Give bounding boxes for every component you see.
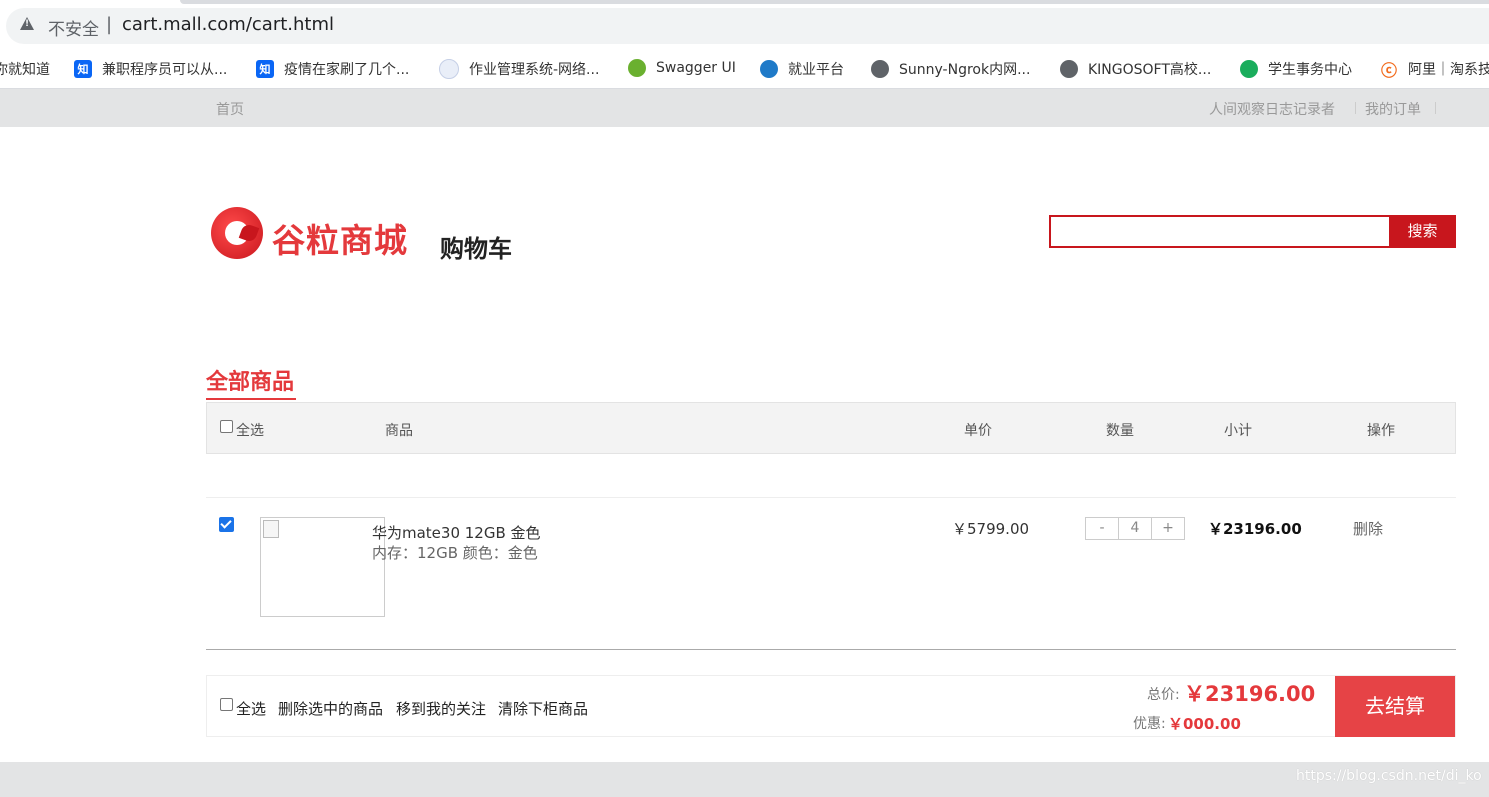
url-separator: | bbox=[106, 14, 113, 35]
move-to-favorites-link[interactable]: 移到我的关注 bbox=[396, 698, 486, 719]
url-text[interactable]: cart.mall.com/cart.html bbox=[122, 14, 334, 35]
home-link[interactable]: 首页 bbox=[216, 99, 244, 119]
column-header-subtotal: 小计 bbox=[1224, 423, 1252, 439]
green-circle-icon bbox=[1240, 60, 1258, 78]
column-header-operation: 操作 bbox=[1367, 423, 1395, 439]
qty-value[interactable]: 4 bbox=[1119, 518, 1152, 539]
bookmark-label: 作业管理系统-网络... bbox=[469, 62, 600, 78]
bookmark-label: Sunny-Ngrok内网... bbox=[899, 62, 1031, 78]
checkout-button[interactable]: 去结算 bbox=[1335, 676, 1455, 737]
bookmark-item[interactable]: Swagger UI bbox=[628, 59, 736, 77]
zhihu-icon: 知 bbox=[256, 60, 274, 78]
select-all-label[interactable]: 全选 bbox=[236, 420, 264, 440]
globe-icon bbox=[871, 60, 889, 78]
bookmark-label: 学生事务中心 bbox=[1268, 62, 1352, 78]
bookmark-label: KINGOSOFT高校... bbox=[1088, 62, 1212, 78]
column-header-price: 单价 bbox=[964, 423, 992, 439]
qty-increase-button[interactable]: + bbox=[1152, 518, 1184, 539]
footer-select-all-label[interactable]: 全选 bbox=[236, 698, 266, 719]
swagger-icon bbox=[628, 59, 646, 77]
bookmark-item[interactable]: 就业平台 bbox=[760, 59, 844, 79]
browser-tab-strip bbox=[180, 0, 1489, 4]
bookmark-label: 你就知道 bbox=[0, 62, 50, 78]
row-divider bbox=[206, 497, 1456, 498]
logo-icon[interactable] bbox=[211, 207, 263, 259]
unit-price: ￥5799.00 bbox=[952, 520, 1030, 538]
bookmark-item[interactable]: 知 疫情在家刷了几个... bbox=[256, 59, 409, 79]
ali-icon: ⓒ bbox=[1380, 60, 1398, 80]
footer-select-all-checkbox[interactable] bbox=[220, 698, 233, 711]
item-subtotal: ￥23196.00 bbox=[1208, 520, 1302, 538]
bookmark-item[interactable]: 你就知道 bbox=[0, 59, 50, 79]
bookmark-item[interactable]: 作业管理系统-网络... bbox=[439, 59, 599, 79]
tab-underline bbox=[206, 398, 296, 400]
select-all-checkbox[interactable] bbox=[220, 420, 233, 433]
column-header-product: 商品 bbox=[385, 423, 413, 439]
bookmark-label: 疫情在家刷了几个... bbox=[284, 62, 410, 78]
discount-label: 优惠: bbox=[1133, 716, 1166, 732]
total-price: ￥23196.00 bbox=[1184, 682, 1316, 706]
divider bbox=[1435, 102, 1436, 114]
my-orders-link[interactable]: 我的订单 bbox=[1365, 99, 1421, 119]
qty-decrease-button[interactable]: - bbox=[1086, 518, 1119, 539]
item-checkbox[interactable] bbox=[219, 517, 234, 532]
shield-icon bbox=[439, 59, 459, 79]
security-label[interactable]: 不安全 bbox=[48, 15, 99, 40]
logo-text[interactable]: 谷粒商城 bbox=[272, 214, 408, 262]
bookmark-item[interactable]: KINGOSOFT高校... bbox=[1060, 59, 1211, 79]
bookmark-label: 就业平台 bbox=[788, 62, 844, 78]
warning-icon[interactable] bbox=[20, 17, 34, 30]
tab-all-goods[interactable]: 全部商品 bbox=[206, 364, 294, 396]
row-divider bbox=[206, 649, 1456, 650]
bookmark-label: Swagger UI bbox=[656, 60, 736, 76]
bookmark-item[interactable]: 学生事务中心 bbox=[1240, 59, 1352, 79]
bookmark-item[interactable]: Sunny-Ngrok内网... bbox=[871, 59, 1030, 79]
bookmark-item[interactable]: 知 兼职程序员可以从... bbox=[74, 59, 227, 79]
divider bbox=[1355, 102, 1356, 114]
product-image[interactable] bbox=[260, 517, 385, 617]
search-input[interactable] bbox=[1051, 217, 1389, 246]
bookmarks-bar: 你就知道 知 兼职程序员可以从... 知 疫情在家刷了几个... 作业管理系统-… bbox=[0, 52, 1489, 89]
quantity-stepper: - 4 + bbox=[1085, 517, 1185, 540]
product-name[interactable]: 华为mate30 12GB 金色 bbox=[372, 522, 541, 543]
globe-icon bbox=[1060, 60, 1078, 78]
bookmark-item[interactable]: ⓒ 阿里｜淘系技 bbox=[1380, 59, 1489, 80]
total-label: 总价: bbox=[1147, 687, 1180, 703]
watermark: https://blog.csdn.net/di_ko bbox=[1296, 768, 1482, 784]
zhihu-icon: 知 bbox=[74, 60, 92, 78]
page-title: 购物车 bbox=[440, 235, 512, 263]
delete-item-link[interactable]: 删除 bbox=[1353, 518, 1383, 539]
graduation-icon bbox=[760, 60, 778, 78]
bookmark-label: 兼职程序员可以从... bbox=[102, 62, 228, 78]
discount-value: ￥000.00 bbox=[1168, 715, 1241, 733]
column-header-quantity: 数量 bbox=[1106, 423, 1134, 439]
user-link[interactable]: 人间观察日志记录者 bbox=[1209, 99, 1335, 119]
delete-selected-link[interactable]: 删除选中的商品 bbox=[278, 698, 383, 719]
search-button[interactable]: 搜索 bbox=[1389, 215, 1456, 248]
bookmark-label: 阿里｜淘系技 bbox=[1408, 62, 1489, 78]
product-attributes: 内存：12GB 颜色：金色 bbox=[372, 544, 538, 562]
page-footer bbox=[0, 762, 1489, 797]
clear-offshelf-link[interactable]: 清除下柜商品 bbox=[498, 698, 588, 719]
